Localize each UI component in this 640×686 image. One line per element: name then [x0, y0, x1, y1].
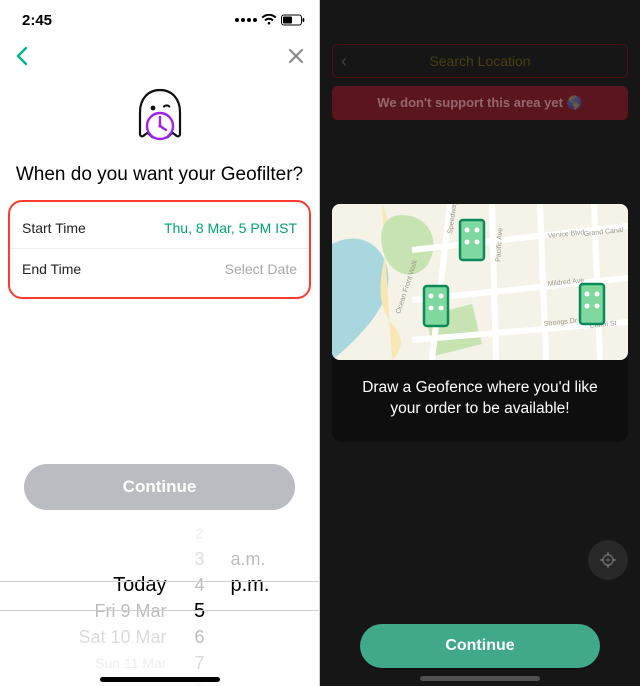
- date-picker[interactable]: Today Fri 9 Mar Sat 10 Mar Sun 11 Mar 2 …: [0, 520, 319, 686]
- phone-right: ‹ Search Location We don't support this …: [320, 0, 640, 686]
- end-time-value: Select Date: [225, 261, 297, 277]
- geofence-modal: Speedway Pacific Ave Venice Blvd Grand C…: [332, 204, 628, 442]
- map-thumbnail: Speedway Pacific Ave Venice Blvd Grand C…: [332, 204, 628, 360]
- continue-button-label: Continue: [445, 637, 514, 655]
- search-placeholder: Search Location: [429, 53, 530, 69]
- modal-text: Draw a Geofence where you'd like your or…: [332, 378, 628, 424]
- continue-button[interactable]: Continue: [360, 624, 600, 668]
- locate-button[interactable]: [588, 540, 628, 580]
- close-button[interactable]: [287, 47, 305, 70]
- ghost-clock-icon: [0, 76, 319, 162]
- phone-left: 2:45 When do you want your Geof: [0, 0, 320, 686]
- banner-text: We don't support this area yet 🌎: [377, 95, 582, 111]
- search-bar[interactable]: ‹ Search Location: [332, 44, 628, 78]
- page-title: When do you want your Geofilter?: [0, 162, 319, 200]
- status-indicators: [235, 14, 305, 26]
- home-indicator: [420, 676, 540, 681]
- status-bar: 2:45: [0, 0, 319, 40]
- end-time-row[interactable]: End Time Select Date: [10, 248, 309, 289]
- time-selection-box: Start Time Thu, 8 Mar, 5 PM IST End Time…: [8, 200, 311, 299]
- nav-bar: [0, 40, 319, 76]
- start-time-label: Start Time: [22, 220, 86, 236]
- cellular-icon: [235, 18, 257, 22]
- back-chevron-icon[interactable]: ‹: [341, 51, 347, 72]
- picker-day-column[interactable]: Today Fri 9 Mar Sat 10 Mar Sun 11 Mar: [35, 520, 185, 686]
- home-indicator: [100, 677, 220, 682]
- picker-ampm-column[interactable]: a.m. p.m.: [215, 520, 285, 686]
- start-time-value: Thu, 8 Mar, 5 PM IST: [164, 220, 297, 236]
- continue-button[interactable]: Continue: [24, 464, 295, 510]
- battery-icon: [281, 14, 305, 26]
- continue-button-label: Continue: [123, 477, 197, 497]
- wifi-icon: [261, 14, 277, 26]
- start-time-row[interactable]: Start Time Thu, 8 Mar, 5 PM IST: [10, 208, 309, 248]
- back-button[interactable]: [14, 46, 30, 71]
- picker-hour-column[interactable]: 2 3 4 5 6 7 8: [185, 520, 215, 686]
- unsupported-area-banner: We don't support this area yet 🌎: [332, 86, 628, 120]
- end-time-label: End Time: [22, 261, 81, 277]
- status-time: 2:45: [22, 12, 52, 29]
